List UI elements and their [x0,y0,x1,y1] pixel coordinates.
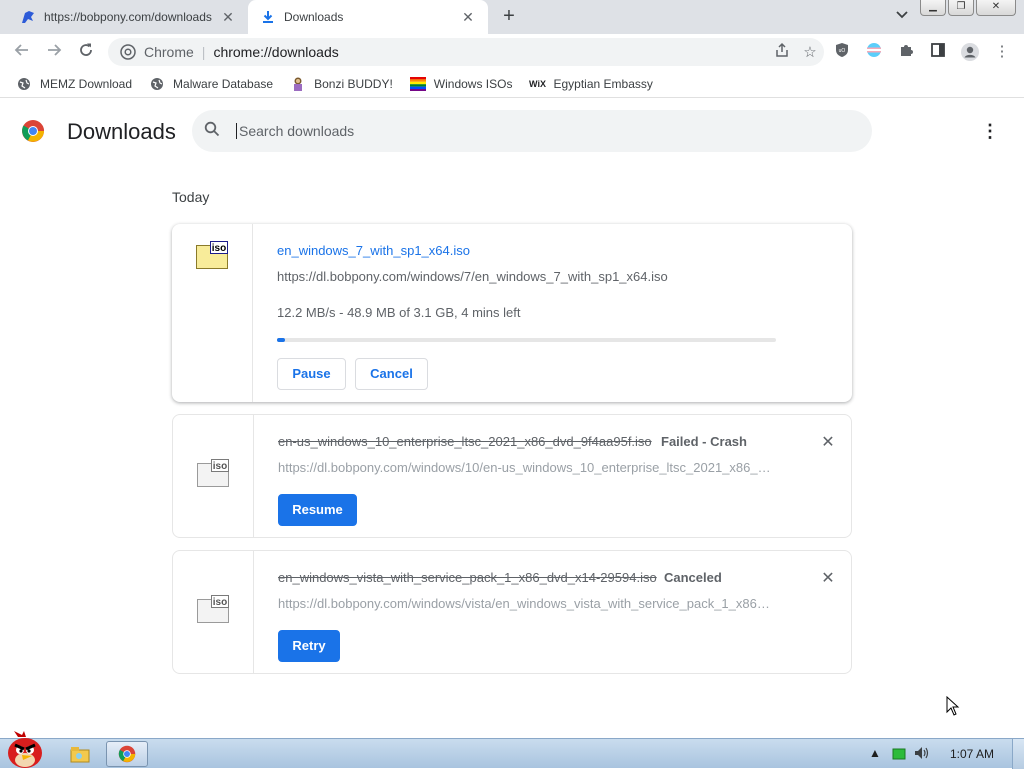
tab-strip: https://bobpony.com/downloads ✕ Download… [0,0,1024,34]
iso-label: iso [213,461,227,472]
download-status: Canceled [664,570,722,585]
bookmarks-bar: MEMZ Download Malware Database Bonzi BUD… [0,70,1024,98]
search-input[interactable] [236,123,836,139]
omnibox-chip: Chrome [144,44,194,60]
profile-avatar-icon[interactable] [959,42,981,64]
file-name-link[interactable]: en_windows_7_with_sp1_x64.iso [277,243,470,258]
tab-search-chevron-icon[interactable] [896,8,908,22]
minimize-icon[interactable]: ▁ [920,0,946,16]
tab-title: Downloads [284,10,344,24]
bonzi-icon [290,76,306,92]
date-section-label: Today [172,189,210,205]
extensions-puzzle-icon[interactable] [895,42,917,64]
battery-icon[interactable] [892,748,906,763]
remove-item-icon[interactable]: ✕ [820,435,836,451]
browser-menu-icon[interactable]: ⋮ [991,42,1013,64]
rainbow-flag-icon [409,76,426,92]
download-item: iso en-us_windows_10_enterprise_ltsc_202… [172,414,852,538]
chrome-taskbar-icon[interactable] [106,741,148,767]
globe-icon [16,76,32,92]
close-tab-icon[interactable]: ✕ [458,9,478,26]
side-panel-icon[interactable] [927,42,949,64]
svg-text:uO: uO [839,48,846,54]
download-item: iso en_windows_7_with_sp1_x64.iso https:… [172,224,852,402]
source-url[interactable]: https://dl.bobpony.com/windows/vista/en_… [278,596,773,611]
bookmark-windows-isos[interactable]: Windows ISOs [409,76,513,92]
file-icon-column: iso [173,415,254,537]
bookmark-bonzi-buddy[interactable]: Bonzi BUDDY! [290,76,393,92]
iso-file-icon: iso [196,241,228,269]
wix-icon: WiX [529,78,546,89]
tray-expand-icon[interactable]: ▲ [869,746,881,760]
globe-icon [149,76,165,92]
progress-bar [277,338,776,342]
iso-label: iso [212,243,226,254]
bobpony-favicon-icon [20,9,36,25]
forward-arrow-icon[interactable] [43,42,65,64]
omnibox-separator: | [201,44,206,60]
source-url[interactable]: https://dl.bobpony.com/windows/10/en-us_… [278,460,773,475]
new-tab-icon[interactable]: + [498,6,520,28]
iso-label: iso [213,597,227,608]
tab-downloads[interactable]: Downloads ✕ [248,0,488,34]
bookmark-star-icon[interactable]: ☆ [796,43,824,61]
mouse-cursor-icon [946,695,960,716]
window-close-icon[interactable]: ✕ [976,0,1016,16]
taskbar: ▲ 1:07 AM [0,731,1024,769]
browser-toolbar: Chrome | chrome://downloads ☆ uO ⋮ [0,34,1024,70]
omnibox-url: chrome://downloads [213,44,339,60]
progress-text: 12.2 MB/s - 48.9 MB of 3.1 GB, 4 mins le… [277,305,521,320]
page-title: Downloads [67,119,176,144]
tab-bobpony[interactable]: https://bobpony.com/downloads ✕ [8,0,248,34]
reload-icon[interactable] [75,42,97,64]
explorer-taskbar-icon[interactable] [60,741,100,767]
more-actions-icon[interactable]: ⋮ [980,118,1000,144]
source-url[interactable]: https://dl.bobpony.com/windows/7/en_wind… [277,269,772,284]
progress-fill [277,338,285,342]
window-controls: ▁ ❐ ✕ [918,0,1016,16]
close-tab-icon[interactable]: ✕ [218,9,238,26]
file-name: en_windows_vista_with_service_pack_1_x86… [278,570,657,585]
bookmark-memz[interactable]: MEMZ Download [16,76,132,92]
file-icon-column: iso [173,551,254,673]
bookmark-egyptian-embassy[interactable]: WiX Egyptian Embassy [529,76,653,92]
chrome-logo-icon [21,119,45,143]
pride-extension-icon[interactable] [863,42,885,64]
ublock-icon[interactable]: uO [831,42,853,64]
iso-file-icon: iso [197,595,229,623]
bookmark-label: Bonzi BUDDY! [314,76,393,91]
iso-file-icon: iso [197,459,229,487]
show-desktop-button[interactable] [1012,739,1024,769]
search-icon[interactable] [204,121,224,142]
retry-button[interactable]: Retry [278,630,340,662]
download-status: Failed - Crash [661,434,747,449]
bookmark-label: MEMZ Download [40,76,133,91]
search-downloads [192,110,872,152]
tab-title: https://bobpony.com/downloads [44,10,212,24]
restore-icon[interactable]: ❐ [948,0,974,16]
share-icon[interactable] [768,42,796,62]
bookmark-label: Malware Database [173,76,274,91]
remove-item-icon[interactable]: ✕ [820,571,836,587]
taskbar-clock[interactable]: 1:07 AM [950,747,994,761]
cancel-button[interactable]: Cancel [355,358,428,390]
file-icon-column: iso [172,224,253,402]
file-name: en-us_windows_10_enterprise_ltsc_2021_x8… [278,434,652,449]
download-item: iso en_windows_vista_with_service_pack_1… [172,550,852,674]
back-arrow-icon[interactable] [11,42,33,64]
bookmark-label: Egyptian Embassy [553,76,653,91]
start-button-angry-bird-icon[interactable] [2,731,48,769]
download-icon [260,9,276,25]
bookmark-malware-database[interactable]: Malware Database [149,76,273,92]
volume-icon[interactable] [914,746,930,763]
resume-button[interactable]: Resume [278,494,357,526]
chrome-site-icon [120,44,136,60]
pause-button[interactable]: Pause [277,358,346,390]
address-bar[interactable]: Chrome | chrome://downloads ☆ [108,38,824,66]
bookmark-label: Windows ISOs [433,76,513,91]
downloads-header: Downloads ⋮ [0,104,1024,160]
